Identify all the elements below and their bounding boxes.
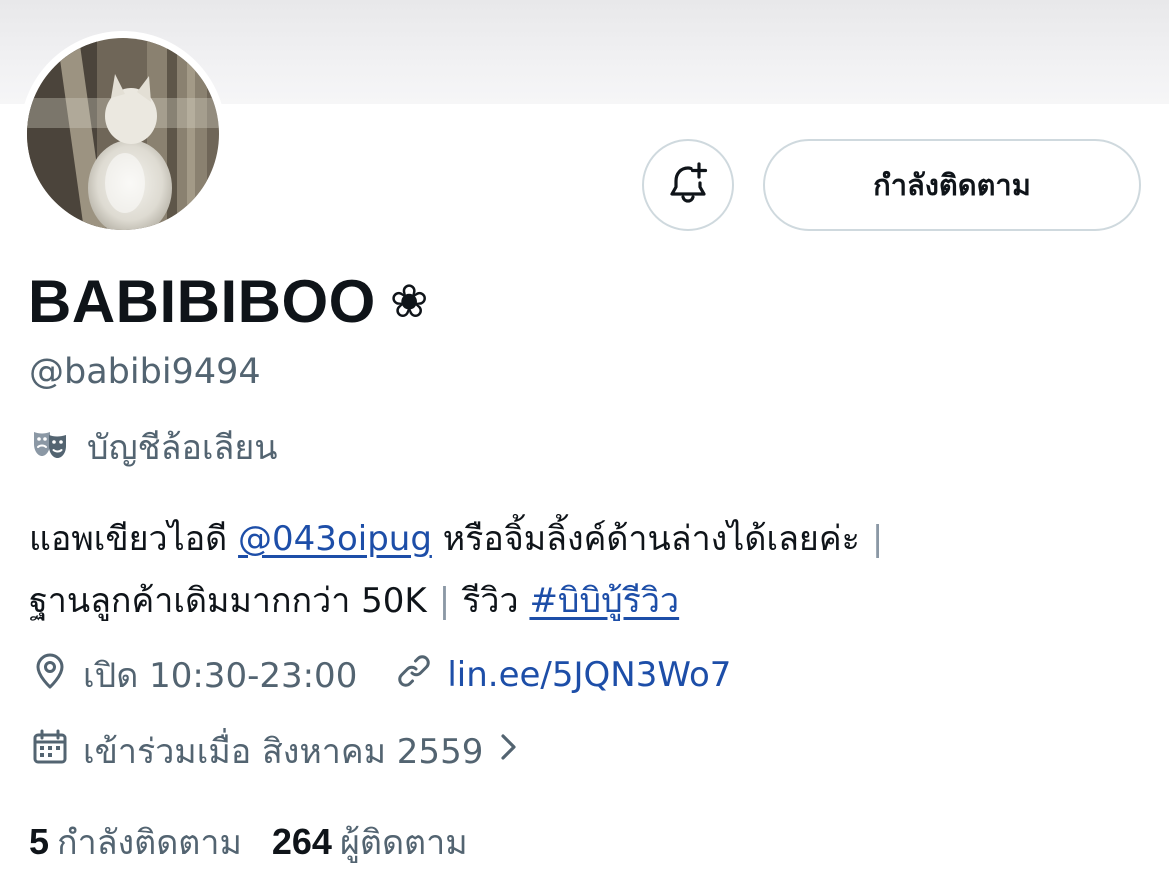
parody-label-text: บัญชีล้อเลียน [87,428,278,468]
user-handle: @babibi9494 [29,352,261,392]
bell-plus-icon [664,159,712,211]
theater-masks-icon [31,426,69,468]
profile-meta-row: เปิด 10:30-23:00 lin.ee/5JQN3Wo7 [31,648,731,702]
following-count: 5 [29,821,50,862]
chevron-right-icon [497,731,519,771]
joined-date-row[interactable]: เข้าร่วมเมื่อ สิงหาคม 2559 [31,724,519,778]
location-text: เปิด 10:30-23:00 [83,656,358,696]
location-pin-icon [31,652,69,699]
calendar-icon [31,728,69,775]
link-icon [395,652,433,699]
joined-date-text: เข้าร่วมเมื่อ สิงหาคม 2559 [83,732,484,772]
followers-label: ผู้ติดตาม [339,823,468,863]
bio-separator: | [871,519,884,559]
bio-text: รีวิว [462,581,519,621]
parody-account-label[interactable]: บัญชีล้อเลียน [31,420,278,474]
bio-line-2: ฐานลูกค้าเดิมมากกว่า 50K | รีวิว #บิบิบู้ร… [29,570,1149,632]
website-link[interactable]: lin.ee/5JQN3Wo7 [447,655,731,695]
display-name-row: BABIBIBOO ❀ [28,266,428,336]
following-button[interactable]: กำลังติดตาม [763,139,1141,231]
bio: แอพเขียวไอดี @043oipug หรือจิ้มลิ้งค์ด้า… [29,508,1149,632]
bio-mention-link[interactable]: @043oipug [238,519,432,559]
followers-count-link[interactable]: 264 ผู้ติดตาม [272,815,468,869]
bio-hashtag-link[interactable]: #บิบิบู้รีวิว [529,581,679,621]
avatar-cat-photo [27,38,219,230]
display-name: BABIBIBOO [28,267,376,335]
notify-button[interactable] [642,139,734,231]
bio-line-1: แอพเขียวไอดี @043oipug หรือจิ้มลิ้งค์ด้า… [29,508,1149,570]
avatar[interactable] [27,38,219,230]
follow-stats: 5 กำลังติดตาม 264 ผู้ติดตาม [29,815,468,869]
bio-separator: | [438,581,451,621]
following-label: กำลังติดตาม [57,823,242,863]
bio-text: หรือจิ้มลิ้งค์ด้านล่างได้เลยค่ะ [442,519,860,559]
bio-text: ฐานลูกค้าเดิมมากกว่า 50K [29,581,427,621]
followers-count: 264 [271,821,332,862]
bio-text: แอพเขียวไอดี [29,519,228,559]
flower-emoji: ❀ [389,274,429,328]
following-count-link[interactable]: 5 กำลังติดตาม [29,815,242,869]
